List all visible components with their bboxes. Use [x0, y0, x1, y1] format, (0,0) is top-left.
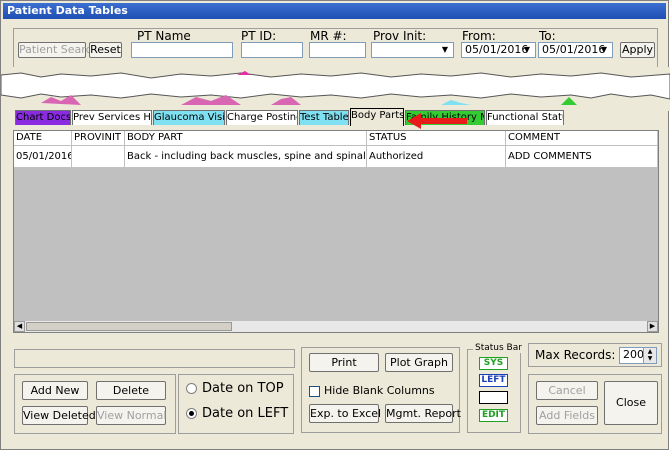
- edit-status-indicator: EDIT: [479, 409, 508, 422]
- tab-chart-docs[interactable]: Chart Docs: [15, 110, 71, 125]
- close-button[interactable]: Close: [604, 381, 658, 425]
- scroll-right-icon[interactable]: ▶: [647, 321, 658, 332]
- tab-test-table[interactable]: Test Table: [299, 110, 349, 125]
- table-cell-status[interactable]: Authorized: [367, 146, 506, 168]
- column-header-status[interactable]: STATUS: [367, 131, 506, 146]
- mr-label: MR #:: [310, 29, 347, 43]
- print-button[interactable]: Print: [309, 353, 379, 372]
- tab-label: Test Table: [300, 112, 349, 123]
- hide-blank-columns-label: Hide Blank Columns: [324, 384, 435, 397]
- chevron-down-icon: ▼: [600, 45, 608, 54]
- spin-arrows-icon[interactable]: ▲ ▼: [643, 348, 656, 363]
- torn-paper-separator: [1, 67, 670, 111]
- to-label: To:: [539, 29, 556, 43]
- to-date-picker[interactable]: 05/01/2016 ▼: [538, 42, 613, 58]
- message-field: [14, 349, 295, 368]
- column-header-date[interactable]: DATE: [14, 131, 72, 146]
- pt-id-input[interactable]: [241, 42, 303, 58]
- table-cell-comment[interactable]: ADD COMMENTS: [506, 146, 658, 168]
- column-header-comment[interactable]: COMMENT: [506, 131, 658, 146]
- left-status-indicator: LEFT: [479, 374, 508, 387]
- max-records-value: 200: [623, 348, 644, 361]
- tab-prev-services-hx[interactable]: Prev Services HX: [72, 110, 152, 125]
- mr-input[interactable]: [309, 42, 366, 58]
- tab-functional-status[interactable]: Functional Status: [486, 110, 564, 125]
- max-records-label: Max Records:: [535, 348, 616, 362]
- table-cell-provinit[interactable]: [72, 146, 125, 168]
- delete-button[interactable]: Delete: [96, 381, 166, 400]
- tab-charge-posting[interactable]: Charge Posting: [226, 110, 298, 125]
- prov-init-label: Prov Init:: [373, 29, 427, 43]
- horizontal-scrollbar[interactable]: ◀ ▶: [14, 321, 658, 332]
- prov-init-select[interactable]: ▼: [371, 42, 454, 58]
- table-cell-body-part[interactable]: Back - including back muscles, spine and…: [125, 146, 367, 168]
- date-on-top-radio[interactable]: Date on TOP: [186, 381, 284, 396]
- tab-label: Prev Services HX: [73, 112, 152, 123]
- max-records-stepper[interactable]: 200 ▲ ▼: [619, 347, 657, 364]
- chevron-down-icon: ▼: [441, 45, 449, 54]
- tab-label: Chart Docs: [16, 112, 71, 123]
- window-title: Patient Data Tables: [3, 3, 666, 19]
- reset-button[interactable]: Reset: [89, 42, 122, 58]
- blank-status-indicator: [479, 391, 508, 404]
- tab-label: Glaucoma Visits: [154, 112, 225, 123]
- patient-search-button[interactable]: Patient Search: [18, 42, 99, 58]
- pt-name-label: PT Name: [137, 29, 191, 43]
- tab-label: Body Parts: [351, 110, 404, 121]
- chevron-down-icon: ▼: [523, 45, 531, 54]
- column-header-body-part[interactable]: BODY PART: [125, 131, 367, 146]
- apply-button[interactable]: Apply: [620, 42, 655, 58]
- pt-id-label: PT ID:: [241, 29, 277, 43]
- plot-graph-button[interactable]: Plot Graph: [385, 353, 453, 372]
- view-deleted-button[interactable]: View Deleted: [22, 406, 96, 425]
- pt-name-input[interactable]: [131, 42, 233, 58]
- tab-label: Charge Posting: [227, 112, 298, 123]
- date-on-left-radio[interactable]: Date on LEFT: [186, 406, 288, 421]
- to-date-value: 05/01/2016: [542, 43, 606, 56]
- column-header-provinit[interactable]: PROVINIT: [72, 131, 125, 146]
- checkbox-icon: [309, 385, 320, 397]
- patient-data-tables-window: Patient Data Tables Patient Search Reset…: [0, 0, 670, 450]
- radio-unchecked-icon: [186, 383, 197, 394]
- scrollbar-thumb[interactable]: [26, 322, 232, 331]
- hide-blank-columns-checkbox[interactable]: Hide Blank Columns: [309, 384, 435, 397]
- tab-label: Functional Status: [487, 112, 563, 123]
- add-fields-button[interactable]: Add Fields: [536, 406, 598, 425]
- add-new-button[interactable]: Add New: [22, 381, 88, 400]
- from-date-picker[interactable]: 05/01/2016 ▼: [461, 42, 536, 58]
- sys-status-indicator: SYS: [479, 357, 508, 370]
- status-bar-title: Status Bar: [473, 343, 524, 353]
- tab-glaucoma-visits[interactable]: Glaucoma Visits: [153, 110, 225, 125]
- tab-body-parts[interactable]: Body Parts: [350, 108, 404, 126]
- from-date-value: 05/01/2016: [465, 43, 529, 56]
- date-on-top-label: Date on TOP: [202, 381, 284, 396]
- table-cell-date[interactable]: 05/01/2016: [14, 146, 72, 168]
- red-arrow-icon: [407, 113, 467, 129]
- mgmt-report-button[interactable]: Mgmt. Report: [385, 404, 461, 423]
- export-to-excel-button[interactable]: Exp. to Excel: [309, 404, 381, 423]
- body-parts-table[interactable]: DATE PROVINIT BODY PART STATUS COMMENT 0…: [13, 130, 659, 333]
- scroll-left-icon[interactable]: ◀: [14, 321, 25, 332]
- date-on-left-label: Date on LEFT: [202, 406, 289, 421]
- view-normal-button[interactable]: View Normal: [96, 406, 166, 425]
- cancel-button[interactable]: Cancel: [536, 381, 598, 400]
- from-label: From:: [462, 29, 496, 43]
- radio-checked-icon: [186, 408, 197, 419]
